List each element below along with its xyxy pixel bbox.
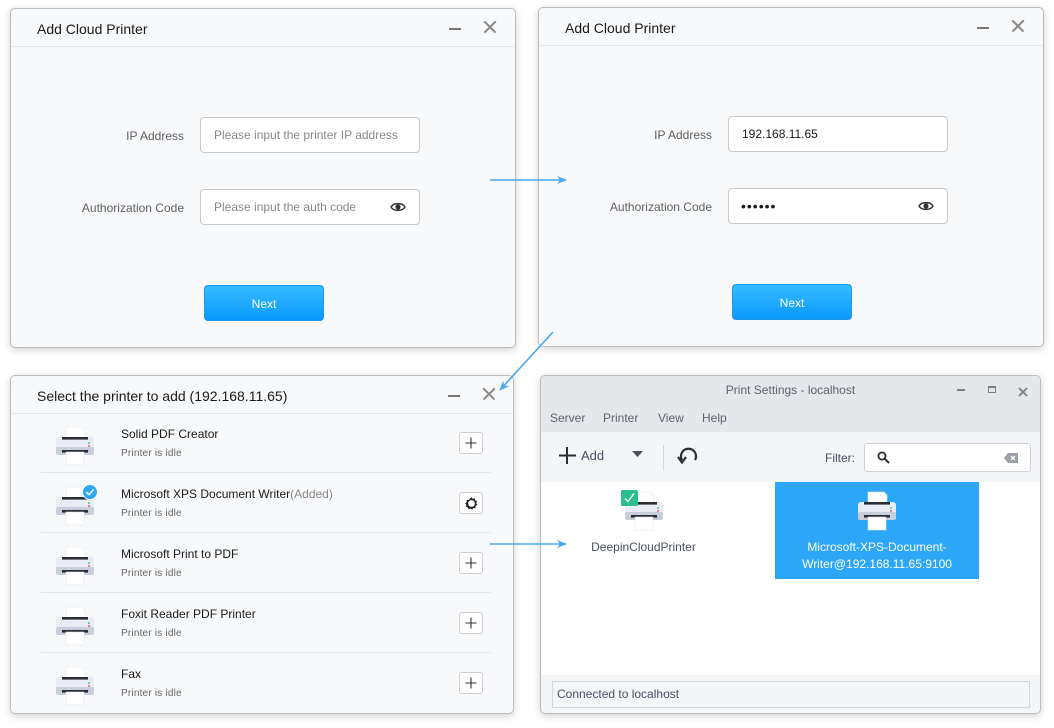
printer-name: DeepinCloudPrinter — [591, 540, 696, 554]
minimize-button[interactable] — [448, 21, 462, 35]
toolbar-separator — [663, 445, 664, 471]
clear-text-icon[interactable] — [1004, 453, 1018, 463]
dialog-title: Add Cloud Printer — [565, 20, 676, 36]
maximize-button[interactable] — [988, 386, 996, 393]
add-printer-button[interactable] — [459, 612, 483, 634]
printer-list-item: Solid PDF Creator Printer is idle — [41, 413, 491, 473]
dialog-title: Select the printer to add (192.168.11.65… — [37, 388, 288, 404]
minimize-button[interactable] — [976, 20, 990, 34]
screenshot-stage: Add Cloud Printer IP Address Please inpu… — [0, 0, 1054, 728]
plus-icon — [465, 617, 477, 629]
select-printer-dialog: Select the printer to add (192.168.11.65… — [10, 375, 514, 714]
add-printer-button[interactable] — [459, 552, 483, 574]
added-check-icon — [82, 484, 98, 500]
menu-bar: Server Printer View Help — [541, 405, 1040, 432]
next-button[interactable]: Next — [204, 285, 324, 321]
close-button[interactable] — [1018, 384, 1028, 397]
menu-printer[interactable]: Printer — [603, 411, 638, 425]
printer-name: Solid PDF Creator — [121, 427, 219, 441]
minimize-button[interactable] — [447, 388, 461, 402]
printer-name: Foxit Reader PDF Printer — [121, 607, 256, 621]
plus-icon — [465, 677, 477, 689]
add-button[interactable]: Add — [555, 442, 619, 470]
printer-name: Microsoft Print to PDF — [121, 547, 239, 561]
printer-icon — [55, 665, 95, 707]
printer-icon — [55, 425, 95, 467]
printer-status: Printer is idle — [121, 448, 182, 459]
printer-name-line-2: Writer@192.168.11.65:9100 — [802, 557, 952, 571]
filter-input[interactable] — [864, 443, 1031, 472]
printer-settings-button[interactable] — [459, 492, 483, 514]
printer-item-microsoft-xps-selected[interactable]: Microsoft-XPS-Document- Writer@192.168.1… — [775, 482, 979, 579]
window-title: Print Settings - localhost — [725, 383, 856, 397]
menu-server[interactable]: Server — [550, 411, 585, 425]
auth-code-label: Authorization Code — [81, 201, 184, 215]
default-printer-badge — [621, 490, 638, 506]
close-button[interactable] — [483, 20, 497, 34]
eye-icon[interactable] — [390, 201, 406, 213]
auth-code-input[interactable]: Please input the auth code — [200, 189, 420, 225]
refresh-button[interactable] — [676, 444, 700, 468]
printer-name-line-1: Microsoft-XPS-Document- — [807, 540, 947, 554]
add-label: Add — [581, 448, 605, 463]
plus-icon — [559, 447, 576, 464]
refresh-icon — [677, 447, 698, 465]
printer-list-item: Fax Printer is idle — [41, 653, 491, 713]
printer-icon — [55, 605, 95, 647]
printer-item-deepincloudprinter[interactable]: DeepinCloudPrinter — [561, 482, 726, 578]
printer-status: Printer is idle — [121, 568, 182, 579]
plus-icon — [465, 437, 477, 449]
check-icon — [624, 493, 635, 503]
printer-list-item: Microsoft XPS Document Writer(Added) Pri… — [41, 473, 491, 533]
printer-name-text: Microsoft XPS Document Writer — [121, 487, 291, 501]
printer-status: Printer is idle — [121, 628, 182, 639]
menu-view[interactable]: View — [658, 411, 684, 425]
eye-icon[interactable] — [918, 200, 934, 212]
printer-list-item: Foxit Reader PDF Printer Printer is idle — [41, 593, 491, 653]
printer-list-item: Microsoft Print to PDF Printer is idle — [41, 533, 491, 593]
add-cloud-printer-dialog-filled: Add Cloud Printer IP Address 192.168.11.… — [538, 7, 1044, 347]
ip-address-label: IP Address — [654, 128, 712, 142]
printer-icon — [55, 545, 95, 587]
next-button[interactable]: Next — [732, 284, 852, 320]
printer-status: Printer is idle — [121, 508, 182, 519]
close-icon — [1018, 387, 1028, 397]
menu-help[interactable]: Help — [702, 411, 727, 425]
ip-address-label: IP Address — [126, 129, 184, 143]
filter-label: Filter: — [825, 451, 855, 465]
auth-code-placeholder: Please input the auth code — [214, 200, 357, 214]
ip-address-input[interactable]: Please input the printer IP address — [200, 117, 420, 153]
printer-icon — [857, 490, 897, 532]
status-bar: Connected to localhost — [552, 681, 1030, 708]
printer-icon-view: DeepinCloudPrinter Microsoft-XPS-Documen… — [541, 482, 1040, 675]
ip-address-input[interactable]: 192.168.11.65 — [728, 116, 948, 152]
print-settings-window: Print Settings - localhost Server Printe… — [540, 375, 1041, 714]
gear-icon — [464, 496, 479, 511]
close-button[interactable] — [1011, 19, 1025, 33]
plus-icon — [465, 557, 477, 569]
add-printer-button[interactable] — [459, 432, 483, 454]
add-cloud-printer-dialog-empty: Add Cloud Printer IP Address Please inpu… — [10, 8, 516, 348]
printer-name: Fax — [121, 667, 142, 681]
caret-down-icon — [632, 451, 643, 457]
added-tag: (Added) — [290, 487, 333, 501]
add-printer-button[interactable] — [459, 672, 483, 694]
auth-code-label: Authorization Code — [609, 200, 712, 214]
auth-code-masked-value: •••••• — [741, 198, 777, 214]
add-dropdown-button[interactable] — [629, 446, 645, 462]
close-button[interactable] — [482, 387, 496, 401]
dialog-title: Add Cloud Printer — [37, 21, 148, 37]
printer-status: Printer is idle — [121, 688, 182, 699]
search-icon — [877, 451, 890, 464]
window-titlebar: Print Settings - localhost — [541, 376, 1040, 405]
minimize-button[interactable] — [957, 389, 965, 391]
auth-code-input[interactable]: •••••• — [728, 188, 948, 224]
printer-name: Microsoft XPS Document Writer(Added) — [121, 487, 333, 501]
